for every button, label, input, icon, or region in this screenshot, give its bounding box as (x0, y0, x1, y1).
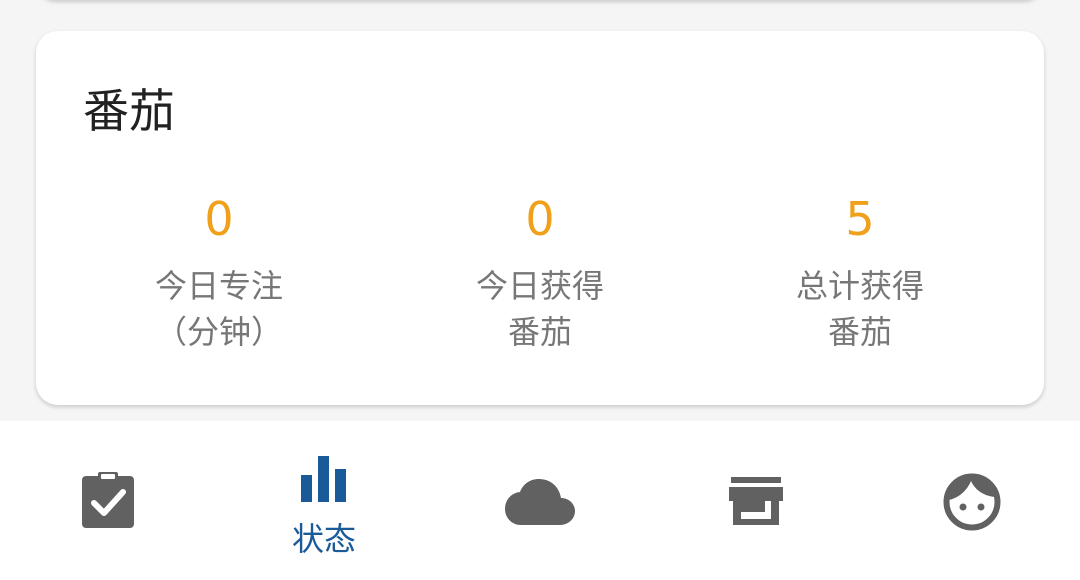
stat-label-line2: （分钟） (154, 313, 283, 351)
stat-label: 今日专注 （分钟） (59, 263, 379, 355)
nav-label-status: 状态 (291, 520, 356, 558)
face-icon (943, 473, 1001, 535)
clipboard-check-icon (81, 471, 135, 533)
bottom-navigation: 状态 (0, 421, 1080, 580)
stat-value: 0 (525, 192, 555, 246)
cloud-icon (505, 478, 575, 530)
stat-tomatoes-today: 0 今日获得 番茄 (380, 189, 700, 355)
stat-label-line2: 番茄 (827, 313, 892, 351)
stat-focus-today: 0 今日专注 （分钟） (59, 189, 379, 355)
stat-label: 总计获得 番茄 (700, 263, 1020, 355)
stat-value: 0 (204, 192, 234, 246)
stat-label: 今日获得 番茄 (380, 263, 700, 355)
bar-chart-icon (300, 455, 348, 507)
stat-label-line1: 总计获得 (795, 267, 924, 305)
nav-item-tasks[interactable] (0, 421, 216, 580)
stat-label-line2: 番茄 (507, 313, 572, 351)
stat-value: 5 (845, 192, 875, 246)
card-title: 番茄 (83, 84, 175, 138)
store-icon (729, 477, 783, 529)
stat-tomatoes-total: 5 总计获得 番茄 (700, 189, 1020, 355)
stat-label-line1: 今日获得 (475, 267, 604, 305)
tomato-stats-card: 番茄 0 今日专注 （分钟） 0 今日获得 番茄 5 总计获得 番茄 (36, 31, 1044, 405)
nav-item-profile[interactable] (864, 421, 1080, 580)
nav-item-status[interactable]: 状态 (216, 421, 432, 580)
nav-item-store[interactable] (648, 421, 864, 580)
nav-item-cloud[interactable] (432, 421, 648, 580)
stat-label-line1: 今日专注 (154, 267, 283, 305)
